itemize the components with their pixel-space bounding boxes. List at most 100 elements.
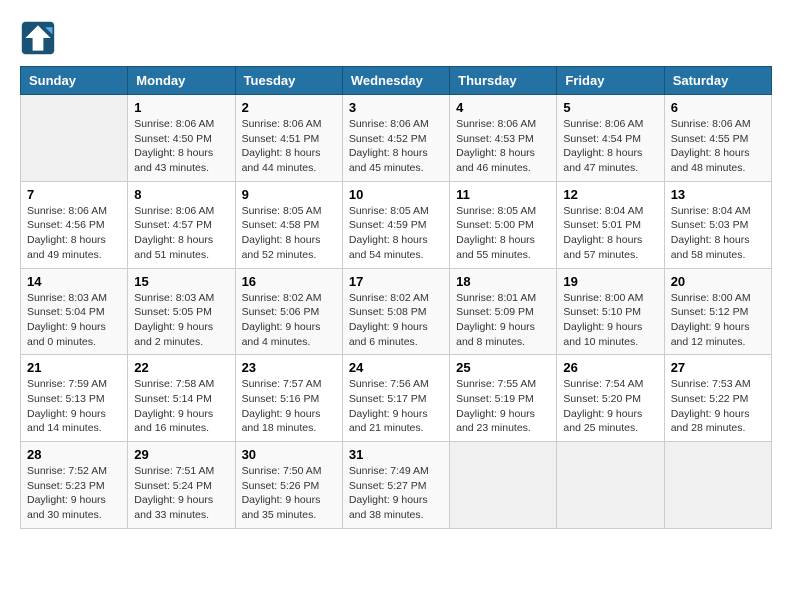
day-number: 15 [134,274,228,289]
day-info-line: Sunset: 5:26 PM [242,479,336,494]
calendar-cell: 13Sunrise: 8:04 AMSunset: 5:03 PMDayligh… [664,181,771,268]
calendar-cell [557,442,664,529]
day-number: 31 [349,447,443,462]
day-number: 14 [27,274,121,289]
day-info-line: Sunrise: 8:04 AM [671,204,765,219]
day-info-line: and 6 minutes. [349,335,443,350]
day-info-line: Sunset: 5:04 PM [27,305,121,320]
day-info-line: Sunrise: 7:53 AM [671,377,765,392]
calendar-cell: 8Sunrise: 8:06 AMSunset: 4:57 PMDaylight… [128,181,235,268]
day-info-line: Daylight: 8 hours [671,233,765,248]
day-info-line: and 18 minutes. [242,421,336,436]
calendar-cell: 31Sunrise: 7:49 AMSunset: 5:27 PMDayligh… [342,442,449,529]
day-info-line: Sunset: 5:01 PM [563,218,657,233]
calendar-cell: 25Sunrise: 7:55 AMSunset: 5:19 PMDayligh… [450,355,557,442]
day-info-line: and 44 minutes. [242,161,336,176]
day-info-line: Sunset: 4:56 PM [27,218,121,233]
day-info-line: and 55 minutes. [456,248,550,263]
day-info-line: Sunrise: 8:06 AM [671,117,765,132]
day-info-line: Daylight: 8 hours [349,146,443,161]
day-info-line: and 49 minutes. [27,248,121,263]
day-info-line: Daylight: 8 hours [563,146,657,161]
day-number: 6 [671,100,765,115]
day-info-line: Sunrise: 8:00 AM [563,291,657,306]
day-info-line: Sunset: 4:59 PM [349,218,443,233]
day-info-line: Sunrise: 8:05 AM [349,204,443,219]
day-number: 20 [671,274,765,289]
calendar-cell: 2Sunrise: 8:06 AMSunset: 4:51 PMDaylight… [235,95,342,182]
week-row-3: 14 Sunrise: 8:03 AMSunset: 5:04 PM Dayligh… [21,268,772,355]
header-cell-tuesday: Tuesday [235,67,342,95]
day-info-line: Sunrise: 8:03 AM [27,291,121,306]
day-info-line: Sunrise: 8:04 AM [563,204,657,219]
day-info-line: Sunrise: 7:54 AM [563,377,657,392]
day-info-line: Sunset: 5:08 PM [349,305,443,320]
day-info-line: Sunset: 4:54 PM [563,132,657,147]
day-number: 19 [563,274,657,289]
calendar-cell: 24Sunrise: 7:56 AMSunset: 5:17 PMDayligh… [342,355,449,442]
day-info-line: Sunrise: 7:57 AM [242,377,336,392]
day-info-line: and 4 minutes. [242,335,336,350]
day-info-line: Sunrise: 7:49 AM [349,464,443,479]
day-info-line: Daylight: 9 hours [349,320,443,335]
calendar-cell: 21Sunrise: 7:59 AMSunset: 5:13 PMDayligh… [21,355,128,442]
page-header [20,20,772,56]
day-info-line: Sunset: 5:24 PM [134,479,228,494]
day-info-line: Sunrise: 8:06 AM [134,204,228,219]
day-info-line: Daylight: 9 hours [456,320,550,335]
calendar-cell: 6Sunrise: 8:06 AMSunset: 4:55 PMDaylight… [664,95,771,182]
header-row: SundayMondayTuesdayWednesdayThursdayFrid… [21,67,772,95]
day-info-line: and 46 minutes. [456,161,550,176]
calendar-cell: 27Sunrise: 7:53 AMSunset: 5:22 PMDayligh… [664,355,771,442]
day-info-line: Sunrise: 7:55 AM [456,377,550,392]
calendar-cell: 26Sunrise: 7:54 AMSunset: 5:20 PMDayligh… [557,355,664,442]
calendar-cell: 29Sunrise: 7:51 AMSunset: 5:24 PMDayligh… [128,442,235,529]
week-row-2: 7Sunrise: 8:06 AMSunset: 4:56 PMDaylight… [21,181,772,268]
day-number: 11 [456,187,550,202]
day-info-line: Daylight: 9 hours [134,407,228,422]
day-info-line: Sunset: 5:05 PM [134,305,228,320]
day-info-line: Sunrise: 8:05 AM [242,204,336,219]
day-info-line: Sunset: 5:13 PM [27,392,121,407]
day-info-line: Sunset: 5:06 PM [242,305,336,320]
day-info-line: and 45 minutes. [349,161,443,176]
calendar-cell: 11Sunrise: 8:05 AMSunset: 5:00 PMDayligh… [450,181,557,268]
day-info-line: Sunrise: 7:59 AM [27,377,121,392]
calendar-cell: 9Sunrise: 8:05 AMSunset: 4:58 PMDaylight… [235,181,342,268]
day-info-line: Daylight: 8 hours [242,146,336,161]
day-info-line: Sunset: 5:23 PM [27,479,121,494]
day-info-line: Daylight: 9 hours [456,407,550,422]
calendar-cell: 14Sunrise: 8:03 AMSunset: 5:04 PMDayligh… [21,268,128,355]
day-info-line: and 52 minutes. [242,248,336,263]
day-number: 28 [27,447,121,462]
day-info-line: Sunrise: 8:01 AM [456,291,550,306]
header-cell-monday: Monday [128,67,235,95]
day-info-line: and 16 minutes. [134,421,228,436]
day-info-line: and 35 minutes. [242,508,336,523]
day-number: 29 [134,447,228,462]
day-number: 26 [563,360,657,375]
day-info-line: and 38 minutes. [349,508,443,523]
day-info-line: Sunrise: 8:02 AM [349,291,443,306]
day-info-line: and 0 minutes. [27,335,121,350]
day-number: 25 [456,360,550,375]
calendar-cell: 12Sunrise: 8:04 AMSunset: 5:01 PMDayligh… [557,181,664,268]
week-row-4: 21Sunrise: 7:59 AMSunset: 5:13 PMDayligh… [21,355,772,442]
day-info-line: Sunset: 5:14 PM [134,392,228,407]
day-number: 27 [671,360,765,375]
day-info-line: Daylight: 9 hours [563,320,657,335]
day-info-line: Daylight: 8 hours [456,233,550,248]
day-info-line: and 28 minutes. [671,421,765,436]
day-info-line: and 25 minutes. [563,421,657,436]
day-info-line: Daylight: 9 hours [349,407,443,422]
day-info-line: Daylight: 8 hours [456,146,550,161]
day-number: 24 [349,360,443,375]
calendar-cell: 18Sunrise: 8:01 AMSunset: 5:09 PMDayligh… [450,268,557,355]
day-info-line: Sunrise: 8:06 AM [563,117,657,132]
day-info-line: and 2 minutes. [134,335,228,350]
day-info-line: and 57 minutes. [563,248,657,263]
day-info-line: Daylight: 8 hours [134,146,228,161]
day-info-line: Sunset: 4:50 PM [134,132,228,147]
calendar-cell: 5Sunrise: 8:06 AMSunset: 4:54 PMDaylight… [557,95,664,182]
day-info-line: Sunrise: 7:58 AM [134,377,228,392]
